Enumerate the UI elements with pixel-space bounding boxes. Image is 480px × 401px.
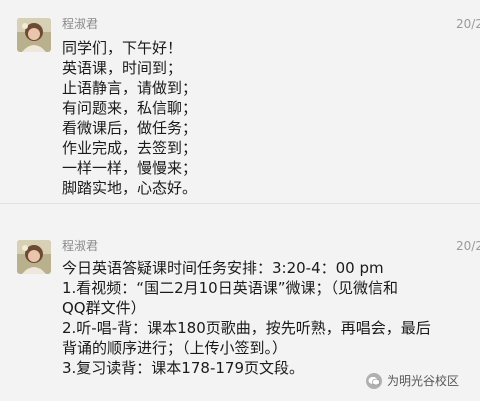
message-line: QQ群文件）	[62, 299, 146, 317]
watermark: 为明光谷校区	[366, 372, 459, 389]
message-text: 今日英语答疑课时间任务安排：3:20-4：00 pm 1.看视频：“国二2月10…	[62, 258, 472, 378]
message-line: 2.听-唱-背：课本180页歌曲，按先听熟，再唱会，最后	[62, 319, 431, 337]
message-line: 1.看视频：“国二2月10日英语课”微课；（见微信和	[62, 279, 398, 297]
chat-message: 程淑君 20/2 今日英语答疑课时间任务安排：3:20-4：00 pm 1.看视…	[0, 0, 480, 401]
wechat-official-account-icon	[366, 372, 382, 389]
message-timestamp: 20/2	[456, 239, 480, 253]
message-line: 今日英语答疑课时间任务安排：3:20-4：00 pm	[62, 259, 384, 277]
sender-name: 程淑君	[62, 239, 99, 253]
message-line: 背诵的顺序进行；（上传小签到。）	[62, 339, 288, 357]
watermark-text: 为明光谷校区	[387, 374, 460, 388]
avatar[interactable]	[17, 240, 51, 274]
